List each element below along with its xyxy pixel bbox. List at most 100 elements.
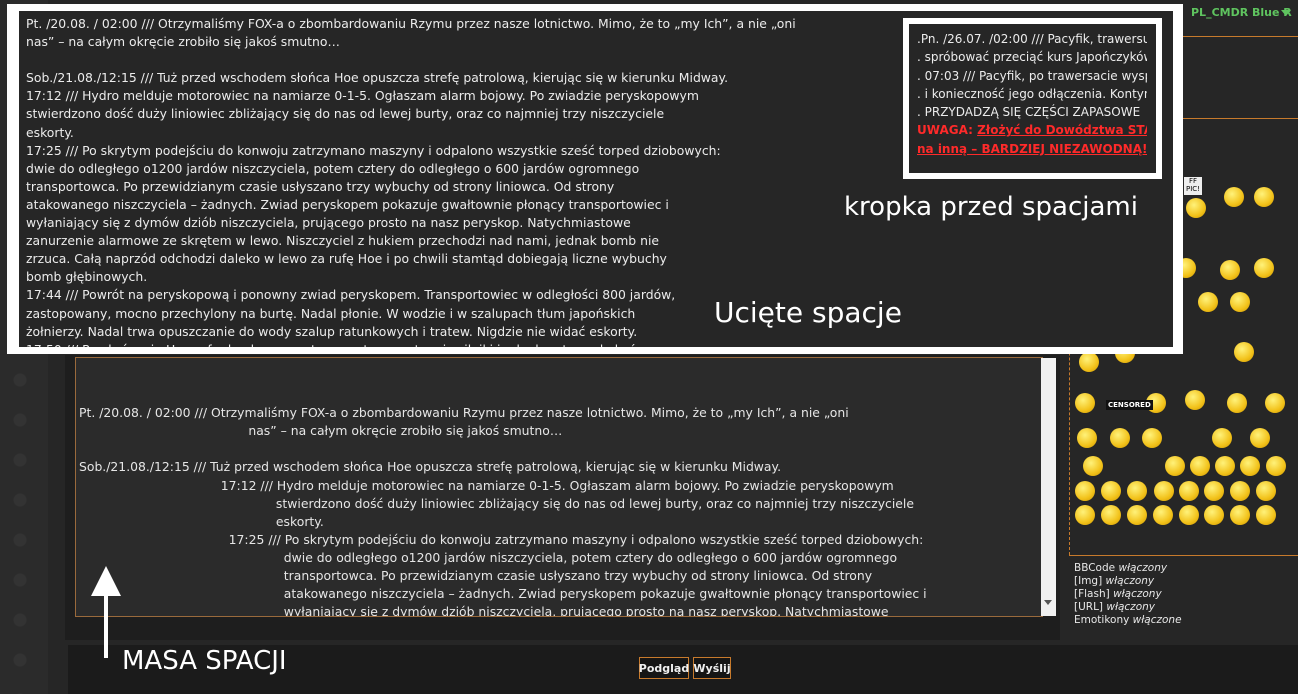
rendered-line: nas” – na całym okręcie zrobiło się jako… xyxy=(26,34,340,50)
smiley-icon[interactable] xyxy=(1198,292,1218,312)
submit-button[interactable]: Wyślij xyxy=(693,657,731,679)
rendered-line: bomb głębinowych. xyxy=(26,269,148,285)
smiley-icon[interactable] xyxy=(1127,505,1147,525)
editor-line: 17:12 /// Hydro melduje motorowiec na na… xyxy=(79,477,894,493)
smiley-icon[interactable] xyxy=(1185,390,1205,410)
bbcode-status-row: Emotikony włączone xyxy=(1074,614,1182,626)
warning-link[interactable]: na inną – BARDZIEJ NIEZAWODNĄ! xyxy=(917,142,1147,156)
rendered-line: atakowanego niszczyciela – żadnych. Zwia… xyxy=(26,196,669,212)
smiley-icon[interactable] xyxy=(1127,481,1147,501)
smiley-icon[interactable] xyxy=(1212,428,1232,448)
bbcode-status-row: BBCode włączony xyxy=(1074,562,1168,574)
editor-line: wyłaniający się z dymów dziób niszczycie… xyxy=(79,604,889,617)
smiley-icon[interactable] xyxy=(1254,258,1274,278)
rendered-line: 17:44 /// Powrót na peryskopową i ponown… xyxy=(26,287,676,303)
annotation-dots-before-spaces: kropka przed spacjami xyxy=(844,192,1138,222)
smiley-icon[interactable] xyxy=(1142,428,1162,448)
smiley-icon[interactable] xyxy=(1186,198,1206,218)
smiley-icon[interactable] xyxy=(1075,481,1095,501)
smiley-icon[interactable] xyxy=(1254,187,1274,207)
smiley-icon[interactable] xyxy=(1230,292,1250,312)
inset-line: . 07:03 /// Pacyfik, po trawersacie wysp xyxy=(917,68,1147,83)
smiley-icon[interactable] xyxy=(1266,456,1286,476)
smiley-icon[interactable] xyxy=(1230,481,1250,501)
rendered-line: transportowca. Po przewidzianym czasie u… xyxy=(26,178,615,194)
smiley-icon[interactable] xyxy=(1215,456,1235,476)
pic-label: PIC! xyxy=(1186,185,1200,193)
inset-line: . spróbować przeciąć kurs Japończyków xyxy=(917,50,1147,65)
smiley-icon[interactable] xyxy=(1265,393,1285,413)
annotation-mass-of-spaces: MASA SPACJI xyxy=(122,646,287,676)
editor-line: stwierdzono dość duży liniowiec zbliżają… xyxy=(79,495,915,511)
smiley-icon[interactable] xyxy=(1190,456,1210,476)
smiley-icon[interactable] xyxy=(1165,456,1185,476)
ff-emoticon[interactable]: FF PIC! xyxy=(1184,177,1202,195)
inset-line: . PRZYDADZĄ SIĘ CZĘŚCI ZAPASOWE xyxy=(917,105,1141,120)
smiley-icon[interactable] xyxy=(1179,505,1199,525)
smiley-icon[interactable] xyxy=(1220,260,1240,280)
rendered-line: zrzuca. Całą naprzód odchodzi daleko w l… xyxy=(26,251,667,267)
smiley-icon[interactable] xyxy=(1240,456,1260,476)
editor-line: atakowanego niszczyciela – żadnych. Zwia… xyxy=(79,586,927,602)
rendered-line: wyłaniający się z dymów dziób niszczycie… xyxy=(26,215,631,231)
inset-screenshot: .Pn. /26.07. /02:00 /// Pacyfik, trawers… xyxy=(909,24,1156,173)
rendered-line: Sob./21.08./12:15 /// Tuż przed wschodem… xyxy=(26,70,729,86)
bbcode-status-row: [URL] włączony xyxy=(1074,601,1155,613)
preview-button[interactable]: Podgląd xyxy=(639,657,689,679)
editor-line: Sob./21.08./12:15 /// Tuż przed wschodem… xyxy=(79,459,782,475)
smiley-icon[interactable] xyxy=(1079,352,1099,372)
bbcode-status-row: [Img] włączony xyxy=(1074,575,1155,587)
rendered-line: żołnierzy. Nadal trwa opuszczanie do wod… xyxy=(26,323,638,339)
rendered-line: zanurzenie alarmowe ze skrętem w lewo. N… xyxy=(26,233,660,249)
smiley-icon[interactable] xyxy=(1075,393,1095,413)
arrow-shaft xyxy=(104,590,108,658)
rendered-line: eskorty. xyxy=(26,124,74,140)
ff-label: FF xyxy=(1188,177,1198,185)
smiley-icon[interactable] xyxy=(1101,481,1121,501)
smiley-icon[interactable] xyxy=(1154,481,1174,501)
rendered-line xyxy=(26,51,726,69)
smiley-icon[interactable] xyxy=(1110,428,1130,448)
smiley-icon[interactable] xyxy=(1204,505,1224,525)
smiley-icon[interactable] xyxy=(1179,481,1199,501)
rendered-line: 17:25 /// Po skrytym podejściu do konwoj… xyxy=(26,142,721,158)
rendered-post-text: Pt. /20.08. / 02:00 /// Otrzymaliśmy FOX… xyxy=(26,15,796,347)
smiley-icon[interactable] xyxy=(1101,505,1121,525)
smiley-icon[interactable] xyxy=(1204,481,1224,501)
inset-text: .Pn. /26.07. /02:00 /// Pacyfik, trawers… xyxy=(917,30,1147,158)
rendered-line: dwie do odległego o1200 jardów niszczyci… xyxy=(26,160,640,176)
bbcode-status-row: [Flash] włączony xyxy=(1074,588,1162,600)
warning-label: UWAGA: xyxy=(917,123,978,138)
smiley-icon[interactable] xyxy=(1083,456,1103,476)
editor-line: dwie do odległego o1200 jardów niszczyci… xyxy=(79,549,898,565)
bbcode-status: BBCode włączony [Img] włączony [Flash] w… xyxy=(1074,562,1182,627)
warning-link[interactable]: Złożyć do Dowództwa STANOWCZY xyxy=(977,123,1147,137)
editor-line: transportowca. Po przewidzianym czasie u… xyxy=(79,568,873,584)
rendered-line: 17:12 /// Hydro melduje motorowiec na na… xyxy=(26,88,699,104)
rendered-line: Pt. /20.08. / 02:00 /// Otrzymaliśmy FOX… xyxy=(26,16,796,31)
editor-line: nas” – na całym okręcie zrobiło się jako… xyxy=(79,423,563,439)
textarea-scrollbar[interactable] xyxy=(1041,358,1056,616)
message-textarea[interactable]: Pt. /20.08. / 02:00 /// Otrzymaliśmy FOX… xyxy=(75,357,1043,617)
smiley-icon[interactable] xyxy=(1075,505,1095,525)
smiley-icon[interactable] xyxy=(1256,505,1276,525)
smiley-icon[interactable] xyxy=(1153,505,1173,525)
rendered-line: zastopowany, mocno przechylony na burtę.… xyxy=(26,305,636,321)
censored-emoticon[interactable]: CENSORED xyxy=(1106,400,1153,410)
username[interactable]: PL_CMDR Blue R xyxy=(1191,6,1292,19)
inset-line: . i konieczność jego odłączenia. Kontynu xyxy=(917,86,1147,101)
scroll-down-icon[interactable] xyxy=(1044,600,1052,605)
smiley-icon[interactable] xyxy=(1234,342,1254,362)
smiley-icon[interactable] xyxy=(1227,393,1247,413)
smiley-icon[interactable] xyxy=(1224,187,1244,207)
smiley-icon[interactable] xyxy=(1077,428,1097,448)
rendered-line: 17:50 /// Po obróceniu Hoe rufą do płoną… xyxy=(26,341,726,347)
smiley-icon[interactable] xyxy=(1256,481,1276,501)
editor-line: Pt. /20.08. / 02:00 /// Otrzymaliśmy FOX… xyxy=(79,405,849,421)
smiley-icon[interactable] xyxy=(1250,428,1270,448)
rendered-line: stwierdzono dość duży liniowiec zbliżają… xyxy=(26,106,665,122)
inset-line: .Pn. /26.07. /02:00 /// Pacyfik, trawers… xyxy=(917,32,1147,46)
smiley-icon[interactable] xyxy=(1230,505,1250,525)
annotation-trimmed-spaces: Ucięte spacje xyxy=(714,296,902,329)
